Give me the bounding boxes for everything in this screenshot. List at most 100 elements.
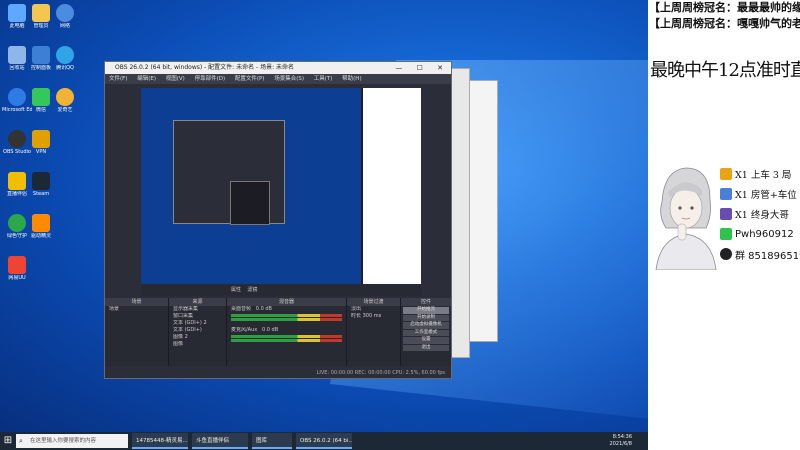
guard-icon	[8, 214, 26, 232]
track-name: 麦克风/Aux	[231, 327, 258, 333]
live-helper-icon	[8, 172, 26, 190]
transition-type[interactable]: 淡出	[347, 306, 400, 313]
volume-meter[interactable]	[231, 335, 342, 338]
info-line: 群 851896519	[720, 244, 800, 264]
menu-view[interactable]: 视图(V)	[166, 76, 185, 82]
sources-header: 来源	[169, 298, 226, 306]
folder-icon	[32, 4, 50, 22]
source-item[interactable]: 窗口采集	[169, 313, 226, 320]
source-item[interactable]: 文本 (GDI+)	[169, 327, 226, 334]
desktop-icon-label: VPN	[35, 149, 47, 155]
info-line: X1 房管+车位	[720, 184, 800, 204]
network-icon	[56, 4, 74, 22]
obs-title: OBS 26.0.2 (64 bit, windows) - 配置文件: 未命名…	[115, 64, 295, 71]
desktop-icon[interactable]: 爱奇艺	[50, 86, 80, 126]
pc-icon	[8, 4, 26, 22]
info-line: X1 终身大哥	[720, 204, 800, 224]
scene-item[interactable]: 场景	[105, 306, 168, 313]
duration-value: 300 ms	[362, 313, 382, 319]
info-text: Pwh960912	[735, 228, 794, 240]
volume-meter[interactable]	[231, 318, 342, 321]
car-icon	[720, 188, 732, 200]
edge-icon	[8, 88, 26, 106]
taskbar-search[interactable]: ⌕ 在这里输入你要搜索的内容	[16, 434, 128, 448]
obs-window[interactable]: OBS 26.0.2 (64 bit, windows) - 配置文件: 未命名…	[104, 61, 452, 379]
menu-tools[interactable]: 工具(T)	[314, 76, 333, 82]
desktop-icon[interactable]: 网易UU	[2, 254, 32, 294]
scenes-panel: 场景 场景	[105, 298, 169, 366]
source-item[interactable]: 图像	[169, 341, 226, 348]
desktop-icon-label: 驱动精灵	[30, 233, 51, 239]
info-line: X1 上车 3 局	[720, 164, 800, 184]
qq-icon	[720, 248, 732, 260]
taskbar-app[interactable]: 14785448-精灵易...	[132, 433, 188, 449]
settings-button[interactable]: 设置	[403, 337, 449, 344]
volume-meter[interactable]	[231, 339, 342, 342]
obs-menu-bar: 文件(F) 编辑(E) 视图(V) 停靠部件(D) 配置文件(P) 场景集合(S…	[105, 74, 451, 84]
obs-dock-panels: 场景 场景 来源 显示器采集 窗口采集 文本 (GDI+) 2 文本 (GDI+…	[105, 298, 451, 366]
virtual-camera-button[interactable]: 启动虚拟摄像机	[403, 322, 449, 329]
desktop-icon[interactable]: 驱动精灵	[26, 212, 56, 252]
taskbar-app[interactable]: 斗鱼直播伴侣	[192, 433, 248, 449]
desktop-icon[interactable]: 网络	[50, 2, 80, 42]
desktop-icon-label: 爱奇艺	[57, 107, 73, 113]
streamer-avatar-illustration	[652, 162, 718, 270]
transition-duration[interactable]: 时长 300 ms	[347, 313, 400, 320]
start-streaming-button[interactable]: 开始推流	[403, 307, 449, 314]
preview-screen	[141, 88, 361, 284]
mixer-track-label: 麦克风/Aux 0.0 dB	[227, 327, 346, 334]
desktop-icon-label: Steam	[32, 191, 50, 197]
weekly-rank-notice: 【上周周榜冠名：最最最帅的缘分】	[649, 1, 800, 14]
track-level: 0.0 dB	[262, 327, 279, 333]
studio-mode-button[interactable]: 工作室模式	[403, 329, 449, 336]
menu-docks[interactable]: 停靠部件(D)	[195, 76, 226, 82]
start-recording-button[interactable]: 开始录制	[403, 314, 449, 321]
source-item[interactable]: 文本 (GDI+) 2	[169, 320, 226, 327]
iqiyi-icon	[56, 88, 74, 106]
menu-edit[interactable]: 编辑(E)	[137, 76, 156, 82]
vpn-icon	[32, 130, 50, 148]
windows-start-icon[interactable]: ⊞	[0, 432, 16, 450]
taskbar-clock[interactable]: 8:54:36 2021/6/8	[610, 434, 632, 448]
desktop: 此电脑 管理员 网络 回收站 控制面板 腾讯QQ Microsoft Edge …	[0, 0, 648, 432]
menu-file[interactable]: 文件(F)	[109, 76, 127, 82]
mixer-header: 混音器	[227, 298, 346, 306]
obs-title-bar[interactable]: OBS 26.0.2 (64 bit, windows) - 配置文件: 未命名…	[105, 62, 451, 74]
obs-preview[interactable]	[141, 88, 421, 284]
sources-panel: 来源 显示器采集 窗口采集 文本 (GDI+) 2 文本 (GDI+) 图像 2…	[169, 298, 227, 366]
desktop-icon-label: 腾讯QQ	[56, 65, 74, 71]
window-controls[interactable]: — ☐ ✕	[395, 62, 449, 74]
weekly-rank-notice: 【上周周榜冠名：嘎嘎帅气的老弟】	[649, 17, 800, 30]
nested-obs-window	[173, 120, 285, 225]
exit-button[interactable]: 退出	[403, 344, 449, 351]
menu-help[interactable]: 帮助(H)	[342, 76, 361, 82]
crown-icon	[720, 168, 732, 180]
transitions-panel: 场景过渡 淡出 时长 300 ms	[347, 298, 401, 366]
desktop-icon[interactable]: Steam	[26, 170, 56, 210]
streamer-info-list: X1 上车 3 局 X1 房管+车位 X1 终身大哥 Pwh960912 群 8…	[720, 164, 800, 264]
desktop-icon[interactable]: VPN	[26, 128, 56, 168]
filters-button[interactable]: 滤镜	[247, 287, 257, 293]
controls-header: 控件	[401, 298, 451, 306]
clock-date: 2021/6/8	[609, 441, 632, 447]
obs-status-bar: LIVE: 00:00:00 REC: 00:00:00 CPU: 2.5%, …	[105, 368, 451, 378]
desktop-icon[interactable]: 腾讯QQ	[50, 44, 80, 84]
menu-profile[interactable]: 配置文件(P)	[235, 76, 265, 82]
source-item[interactable]: 图像 2	[169, 334, 226, 341]
stream-overlay: 【上周周榜冠名：最最最帅的缘分】 【上周周榜冠名：嘎嘎帅气的老弟】 最晚中午12…	[648, 0, 800, 450]
search-icon: ⌕	[19, 437, 23, 445]
menu-scene-collection[interactable]: 场景集合(S)	[274, 76, 304, 82]
volume-meter[interactable]	[231, 314, 342, 317]
source-toolbar: 属性 滤镜	[141, 284, 421, 296]
info-text: 群 851896519	[735, 250, 800, 262]
track-level: 0.0 dB	[255, 306, 272, 312]
duration-label: 时长	[351, 313, 362, 319]
properties-button[interactable]: 属性	[231, 287, 241, 293]
transitions-header: 场景过渡	[347, 298, 400, 306]
desktop-icon-label: 网络	[59, 23, 70, 29]
scenes-header: 场景	[105, 298, 168, 306]
source-item[interactable]: 显示器采集	[169, 306, 226, 313]
taskbar-app[interactable]: OBS 26.0.2 (64 bi...	[296, 433, 352, 449]
taskbar-app[interactable]: 图库	[252, 433, 292, 449]
wechat-icon	[720, 228, 732, 240]
